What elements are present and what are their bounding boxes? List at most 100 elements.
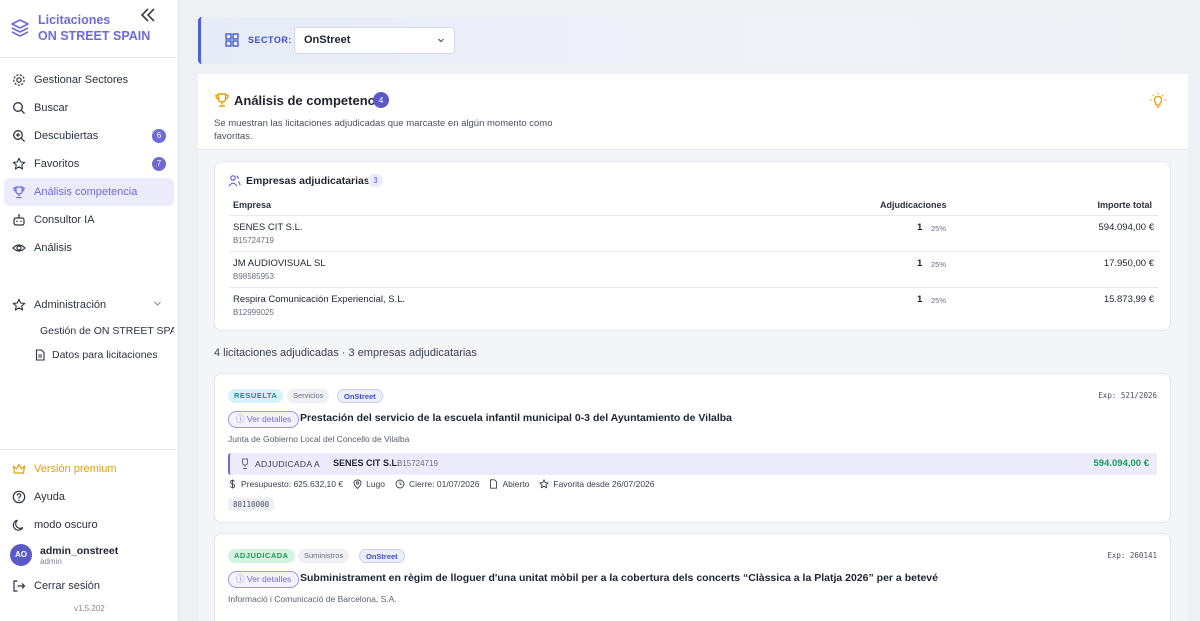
user-role: admin [40,557,62,566]
help-label: Ayuda [34,491,65,503]
sidebar-item-label: Descubiertas [34,130,99,142]
help-link[interactable]: Ayuda [4,483,174,511]
close-date-item: Cierre: 01/07/2026 [395,479,479,489]
sidebar-item-analisis[interactable]: Análisis [4,234,174,262]
admin-section: Administración Gestión de ON STREET SPAI… [4,291,174,367]
sidebar-subitem-label: Gestión de ON STREET SPAIN [40,325,174,337]
expediente-number: Exp: 260141 [1107,551,1157,560]
count-badge: 6 [152,129,166,143]
users-icon [228,175,241,187]
sidebar-bottom: Versión premium Ayuda modo oscuro [4,455,174,539]
app-title-line2: ON STREET SPAIN [38,29,151,43]
company-name: SENES CIT S.L. [233,222,303,233]
map-pin-icon [353,479,362,489]
licitacion-organization: Junta de Gobierno Local del Concello de … [228,434,410,444]
trophy-icon [215,93,229,107]
view-details-button[interactable]: ⓘ Ver detalles [228,411,300,428]
user-name: admin_onstreet [40,545,119,557]
crown-icon [12,463,26,474]
grid-icon [225,33,239,47]
budget-item: Presupuesto: 625.632,10 € [228,479,343,489]
licitacion-card: RESUELTA Servicios OnStreet Exp: 521/202… [214,373,1171,523]
company-amount: 17.950,00 € [1103,258,1154,269]
close-date-text: Cierre: 01/07/2026 [409,479,480,489]
star-icon [539,479,550,489]
app-version: v1.5.202 [74,604,105,613]
category-badge: Servicios [287,389,330,403]
status-badge: RESUELTA [228,389,284,403]
dark-mode-toggle[interactable]: modo oscuro [4,511,174,539]
sector-selected-value: OnStreet [304,34,351,46]
sector-badge: OnStreet [359,549,405,563]
sector-select[interactable]: OnStreet [294,27,455,54]
chevron-down-icon [154,301,161,306]
collapse-sidebar-button[interactable] [138,6,158,26]
company-percent: 25% [931,296,947,305]
sidebar-item-descubiertas[interactable]: Descubiertas 6 [4,122,174,150]
star-icon [12,298,26,311]
location-item: Lugo [353,479,385,489]
clock-icon [395,479,405,489]
sidebar-item-gestionar-sectores[interactable]: Gestionar Sectores [4,66,174,94]
page-description: Se muestran las licitaciones adjudicadas… [214,118,553,142]
dark-mode-label: modo oscuro [34,519,98,531]
help-circle-icon [12,490,26,504]
company-awards: 1 [917,294,923,305]
premium-link[interactable]: Versión premium [4,455,174,483]
company-name: JM AUDIOVISUAL SL [233,258,326,269]
column-header-adjudicaciones: Adjudicaciones [880,200,947,210]
view-details-label: Ver detalles [246,414,292,424]
sidebar-item-analisis-competencia[interactable]: Análisis competencia [4,178,174,206]
count-badge: 7 [152,157,166,171]
logout-button[interactable]: Cerrar sesión [4,572,174,600]
sector-label: SECTOR: [248,35,292,45]
lightbulb-icon[interactable] [1149,92,1167,110]
sidebar-item-label: Análisis [34,242,72,254]
count-badge: 4 [373,92,389,108]
sidebar-subitem-gestion[interactable]: Gestión de ON STREET SPAIN [4,319,174,343]
sidebar-item-label: Consultor IA [34,214,95,226]
logout-label: Cerrar sesión [34,580,101,592]
dollar-icon [229,479,235,489]
premium-label: Versión premium [34,463,117,475]
user-profile[interactable]: AO admin_onstreet admin [10,543,170,569]
awarded-cif: B15724719 [397,459,438,468]
moon-icon [12,519,24,531]
favorite-text: Favorita desde 26/07/2026 [553,479,655,489]
cpv-code: 80110000 [228,498,275,511]
sidebar-subitem-label: Datos para licitaciones [52,349,158,361]
gear-icon [13,74,25,86]
sidebar-subitem-datos[interactable]: Datos para licitaciones [4,343,174,367]
sector-bar: SECTOR: OnStreet [198,17,1188,64]
info-icon: ⓘ [236,414,245,424]
sidebar-item-consultor-ia[interactable]: Consultor IA [4,206,174,234]
chevrons-left-icon [140,8,155,22]
logout-icon [13,580,26,592]
category-badge: Suministros [298,549,350,563]
table-row[interactable]: SENES CIT S.L. B15724719 1 25% 594.094,0… [229,215,1158,251]
search-plus-icon [13,130,26,143]
licitacion-title[interactable]: Prestación del servicio de la escuela in… [300,412,732,424]
sidebar-item-favoritos[interactable]: Favoritos 7 [4,150,174,178]
view-details-label: Ver detalles [246,574,292,584]
sidebar-item-administracion[interactable]: Administración [4,291,174,319]
main-content: Análisis de competencia 4 Se muestran la… [198,74,1188,621]
favorite-item: Favorita desde 26/07/2026 [539,479,655,489]
awarded-bar: ADJUDICADA A SENES CIT S.L. B15724719 59… [228,453,1157,475]
table-row[interactable]: JM AUDIOVISUAL SL B98585953 1 25% 17.950… [229,251,1158,287]
view-details-button[interactable]: ⓘ Ver detalles [228,571,300,588]
licitacion-title[interactable]: Subministrament en règim de lloguer d'un… [300,572,938,584]
chevron-down-icon [438,38,444,43]
companies-card: Empresas adjudicatarias 3 Empresa Adjudi… [214,161,1171,331]
sector-badge: OnStreet [337,389,383,403]
app-title: Licitaciones ON STREET SPAIN [38,12,150,44]
company-cif: B15724719 [233,236,274,245]
licitacion-meta: Presupuesto: 625.632,10 € Lugo Cierre: 0… [228,479,665,489]
procedure-item: Abierto [489,479,529,489]
table-row[interactable]: Respira Comunicación Experiencial, S.L. … [229,287,1158,323]
page-title: Análisis de competencia [234,93,386,108]
search-icon [13,102,26,115]
sidebar-item-buscar[interactable]: Buscar [4,94,174,122]
document-icon [35,349,45,361]
awarded-label: ADJUDICADA A [255,459,321,469]
